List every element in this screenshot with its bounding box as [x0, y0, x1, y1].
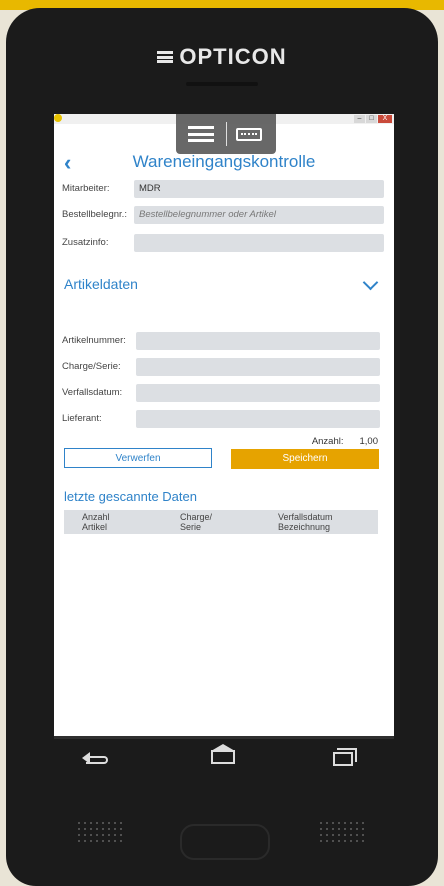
chevron-down-icon[interactable] — [362, 274, 379, 291]
app-icon — [54, 114, 62, 122]
speaker-grille-right — [318, 820, 368, 842]
minimize-button[interactable]: – — [354, 115, 365, 123]
charge-serie-input[interactable] — [136, 358, 380, 376]
nav-back-icon[interactable] — [82, 742, 112, 772]
screen: – □ X ‹ Wareneingangskontrolle Mitarbeit… — [54, 114, 394, 736]
field-row-artikelnummer: Artikelnummer: — [62, 332, 384, 350]
field-label: Zusatzinfo: — [62, 237, 109, 248]
mitarbeiter-field[interactable]: MDR — [134, 180, 384, 198]
page-title: Wareneingangskontrolle — [132, 152, 316, 171]
recent-front-card — [333, 752, 353, 766]
column-header-verfallsdatum: Verfallsdatum Bezeichnung — [278, 512, 333, 532]
field-label: Verfallsdatum: — [62, 387, 123, 398]
column-header-charge: Charge/ Serie — [180, 512, 212, 532]
maximize-button[interactable]: □ — [366, 115, 377, 123]
column-header-line: Verfallsdatum — [278, 512, 333, 522]
lieferant-input[interactable] — [136, 410, 380, 428]
verfallsdatum-input[interactable] — [136, 384, 380, 402]
anzahl-value: 1,00 — [359, 436, 379, 447]
recent-scans-header: Anzahl Artikel Charge/ Serie Verfallsdat… — [64, 510, 378, 534]
field-row-charge: Charge/Serie: — [62, 358, 384, 376]
column-header-anzahl: Anzahl Artikel — [82, 512, 110, 532]
field-label: Bestellbelegnr.: — [62, 209, 127, 220]
column-header-line: Artikel — [82, 522, 108, 532]
field-row-verfallsdatum: Verfallsdatum: — [62, 384, 384, 402]
menu-icon[interactable] — [188, 126, 214, 142]
field-label: Charge/Serie: — [62, 361, 121, 372]
earpiece — [186, 82, 258, 86]
field-row-lieferant: Lieferant: — [62, 410, 384, 428]
speaker-grille-left — [76, 820, 126, 842]
arrow-shaft — [86, 756, 108, 764]
nav-home-icon[interactable] — [208, 742, 238, 772]
column-header-line: Anzahl — [82, 512, 110, 522]
recent-scans-title: letzte gescannte Daten — [64, 489, 197, 504]
nav-recent-apps-icon[interactable] — [330, 742, 360, 772]
anzahl-display: Anzahl: 1,00 — [312, 436, 378, 447]
field-row-mitarbeiter: Mitarbeiter: MDR — [62, 180, 384, 198]
keyboard-icon[interactable] — [236, 128, 262, 141]
column-header-line: Bezeichnung — [278, 522, 331, 532]
section-title-artikeldaten[interactable]: Artikeldaten — [64, 276, 138, 292]
brand-mark-icon — [157, 51, 174, 63]
field-label: Mitarbeiter: — [62, 183, 110, 194]
column-header-line: Charge/ — [180, 512, 213, 522]
input-toolbar — [176, 114, 276, 154]
brand-text: OPTICON — [179, 44, 287, 69]
screen-bottom-edge — [54, 736, 394, 739]
home-base — [211, 750, 235, 764]
column-header-line: Serie — [180, 522, 202, 532]
hardware-home-key[interactable] — [180, 824, 270, 860]
zusatzinfo-input[interactable] — [134, 234, 384, 252]
field-row-zusatzinfo: Zusatzinfo: — [62, 234, 384, 252]
close-button[interactable]: X — [378, 115, 392, 123]
discard-button[interactable]: Verwerfen — [64, 448, 212, 468]
field-label: Lieferant: — [62, 413, 102, 424]
field-label: Artikelnummer: — [62, 335, 126, 346]
field-row-bestellbelegnr: Bestellbelegnr.: Bestellbelegnummer oder… — [62, 206, 384, 224]
bestellbelegnr-input[interactable]: Bestellbelegnummer oder Artikel — [134, 206, 384, 224]
anzahl-label: Anzahl: — [311, 436, 344, 447]
window-controls: – □ X — [354, 115, 392, 123]
divider — [226, 122, 227, 146]
brand-logo: OPTICON — [6, 44, 438, 70]
artikelnummer-input[interactable] — [136, 332, 380, 350]
save-button[interactable]: Speichern — [231, 449, 379, 469]
